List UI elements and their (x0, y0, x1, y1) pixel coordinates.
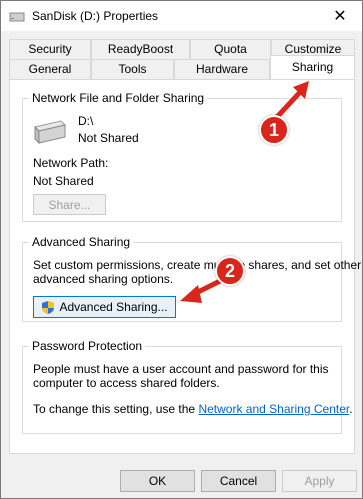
tab-label: Quota (214, 42, 247, 56)
password-line2: computer to access shared folders. (33, 376, 220, 390)
tab-quota[interactable]: Quota (190, 39, 271, 59)
close-icon: ✕ (333, 8, 347, 25)
tab-label: Tools (118, 62, 147, 76)
properties-window: SanDisk (D:) Properties ✕ Security Ready… (0, 0, 363, 499)
share-button[interactable]: Share... (33, 194, 106, 215)
tab-sharing[interactable]: Sharing (270, 55, 355, 79)
advanced-sharing-button[interactable]: Advanced Sharing... (33, 296, 176, 318)
advanced-description-line1: Set custom permissions, create multiple … (33, 258, 362, 272)
title-bar[interactable]: SanDisk (D:) Properties ✕ (1, 1, 362, 31)
tab-security[interactable]: Security (9, 39, 91, 59)
ok-button[interactable]: OK (120, 470, 195, 492)
tab-general[interactable]: General (9, 59, 91, 79)
share-button-label: Share... (48, 197, 91, 212)
annotation-badge-1: 1 (259, 115, 289, 145)
network-path-value: Not Shared (33, 174, 94, 188)
tab-label: Customize (284, 42, 342, 56)
tab-label: Sharing (291, 60, 334, 74)
change-suffix: . (349, 402, 353, 416)
change-prefix: To change this setting, use the (33, 402, 199, 416)
tab-label: General (28, 62, 72, 76)
cancel-button-label: Cancel (219, 474, 258, 488)
apply-button-label: Apply (304, 474, 335, 488)
apply-button[interactable]: Apply (282, 470, 357, 492)
tab-readyboost[interactable]: ReadyBoost (91, 39, 190, 59)
drive-icon (9, 12, 25, 22)
tab-label: Hardware (195, 62, 249, 76)
password-line1: People must have a user account and pass… (33, 362, 329, 376)
tab-strip: Security ReadyBoost Quota Customize Gene… (9, 39, 355, 79)
window-title: SanDisk (D:) Properties (32, 9, 159, 23)
network-sharing-center-link[interactable]: Network and Sharing Center (198, 402, 349, 416)
advanced-description-line2: advanced sharing options. (33, 272, 174, 286)
tab-tools[interactable]: Tools (91, 59, 174, 79)
ok-button-label: OK (148, 474, 167, 488)
share-status: Not Shared (78, 131, 139, 145)
password-protection-group: Password Protection People must have a u… (22, 339, 353, 434)
shield-icon (42, 300, 55, 314)
tab-label: Security (28, 42, 72, 56)
tab-label: ReadyBoost (107, 42, 174, 56)
drive-label: D:\ (78, 114, 94, 128)
group-title: Password Protection (29, 339, 146, 353)
badge-number: 1 (268, 119, 279, 140)
network-path-label: Network Path: (33, 156, 109, 170)
advanced-sharing-button-label: Advanced Sharing... (59, 300, 168, 314)
drive-icon (34, 120, 66, 145)
close-button[interactable]: ✕ (318, 1, 362, 31)
sharing-panel: Network File and Folder Sharing D:\ Not … (9, 79, 361, 454)
annotation-badge-2: 2 (215, 256, 245, 286)
group-title: Advanced Sharing (29, 235, 134, 249)
tab-hardware[interactable]: Hardware (174, 59, 270, 79)
cancel-button[interactable]: Cancel (201, 470, 276, 492)
group-title: Network File and Folder Sharing (29, 91, 208, 105)
password-change-text: To change this setting, use the Network … (33, 402, 353, 416)
badge-number: 2 (224, 260, 235, 281)
